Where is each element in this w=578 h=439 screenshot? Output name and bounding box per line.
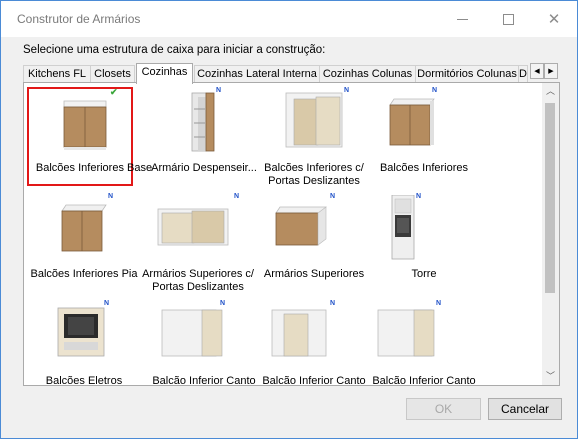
list-item[interactable]: N Balcões Inferiores [370,87,478,196]
item-label: Armário Despenseir... [151,162,257,174]
maximize-icon [502,13,514,25]
title-bar[interactable]: Construtor de Armários ✕ [1,1,577,37]
cabinet-thumbnail [377,309,435,357]
minimize-button[interactable] [439,1,485,37]
instruction-text: Selecione uma estrutura de caixa para in… [23,44,326,56]
new-badge-icon: N [104,300,110,307]
list-item[interactable]: N Armários Superiores c/ Portas Deslizan… [142,193,254,302]
cabinet-thumbnail [275,206,327,246]
item-label: Balcões Inferiores Pia [30,268,138,280]
tab-partial[interactable]: D [518,65,528,82]
scroll-up-button[interactable]: ︿ [542,83,559,100]
new-badge-icon: N [436,300,442,307]
chevron-left-icon: ◀ [534,68,540,75]
scroll-down-button[interactable]: ﹀ [542,368,559,385]
item-label: Balcão Inferior Canto Reto Dir. [262,375,366,386]
cabinet-thumbnail [157,208,229,246]
cabinet-thumbnail [389,98,435,146]
tab-closets[interactable]: Closets [90,65,135,82]
tab-scroll-right-button[interactable]: ▶ [544,63,558,79]
cabinet-thumbnail [271,309,327,357]
structure-list: ✔ Balcões Inferiores Base N Armário Desp… [23,82,560,386]
cabinet-thumbnail [61,204,107,252]
tab-kitchens-fl[interactable]: Kitchens FL [23,65,91,82]
check-icon: ✔ [110,87,118,97]
item-label: Balcões Inferiores Base [35,162,153,174]
new-badge-icon: N [234,193,240,200]
list-item[interactable]: N Balcões Inferiores c/ Portas Deslizant… [260,87,368,196]
item-label: Balcões Inferiores [379,162,469,174]
list-item[interactable]: ✔ Balcões Inferiores Base [27,87,152,196]
item-label: Balcões Eletros [45,375,123,386]
close-icon: ✕ [547,11,561,28]
new-badge-icon: N [432,87,438,94]
cabinet-thumbnail [161,309,223,357]
ok-button[interactable]: OK [406,398,481,420]
list-item[interactable]: N Balcões Inferiores Pia [30,193,138,302]
tab-cozinhas[interactable]: Cozinhas [136,63,193,84]
list-item[interactable]: N Balcão Inferior Canto Reto Dir. [260,300,368,385]
cabinet-thumbnail [191,92,215,152]
item-label: Armários Superiores [263,268,365,280]
minimize-icon [456,18,468,20]
list-item[interactable]: N Armário Despenseir... [150,87,258,196]
list-item[interactable]: N Torre [370,193,478,302]
new-badge-icon: N [216,87,222,94]
item-label: Torre [411,268,437,280]
cabinet-thumbnail [57,307,105,357]
tab-cozinhas-lateral-interna[interactable]: Cozinhas Lateral Interna [194,65,320,82]
dialog-window: Construtor de Armários ✕ Selecione uma e… [0,0,578,439]
list-item[interactable]: N Armários Superiores [260,193,368,302]
new-badge-icon: N [108,193,114,200]
cabinet-thumbnail [391,195,415,260]
cabinet-thumbnail [63,100,107,150]
list-item[interactable]: N Balcões Eletros [30,300,138,385]
scrollbar-thumb[interactable] [545,103,555,293]
chevron-right-icon: ▶ [548,68,554,75]
new-badge-icon: N [330,300,336,307]
cancel-button[interactable]: Cancelar [488,398,562,420]
chevron-down-icon: ﹀ [545,371,555,381]
list-item[interactable]: N Balcão Inferior Canto Reto Esq. [370,300,478,385]
item-label: Balcões Inferiores c/ Portas Deslizantes [264,162,364,187]
item-label: Balcão Inferior Canto Reto Esq. [372,375,476,386]
window-title: Construtor de Armários [17,12,141,26]
cabinet-thumbnail [285,92,343,148]
new-badge-icon: N [344,87,350,94]
tab-strip: Kitchens FL Closets Cozinhas Cozinhas La… [23,63,558,84]
tab-cozinhas-colunas[interactable]: Cozinhas Colunas [319,65,416,82]
item-label: Balcão Inferior Canto Reto Esq. [152,375,256,386]
chevron-up-icon: ︿ [545,86,555,96]
close-button[interactable]: ✕ [531,1,577,37]
new-badge-icon: N [220,300,226,307]
new-badge-icon: N [330,193,336,200]
list-item[interactable]: N Balcão Inferior Canto Reto Esq. [150,300,258,385]
item-label: Armários Superiores c/ Portas Deslizante… [142,268,254,293]
vertical-scrollbar[interactable]: ︿ ﹀ [542,83,559,385]
tab-scroll-left-button[interactable]: ◀ [530,63,544,79]
new-badge-icon: N [416,193,422,200]
maximize-button[interactable] [485,1,531,37]
tab-dormitorios-colunas[interactable]: Dormitórios Colunas [415,65,519,82]
